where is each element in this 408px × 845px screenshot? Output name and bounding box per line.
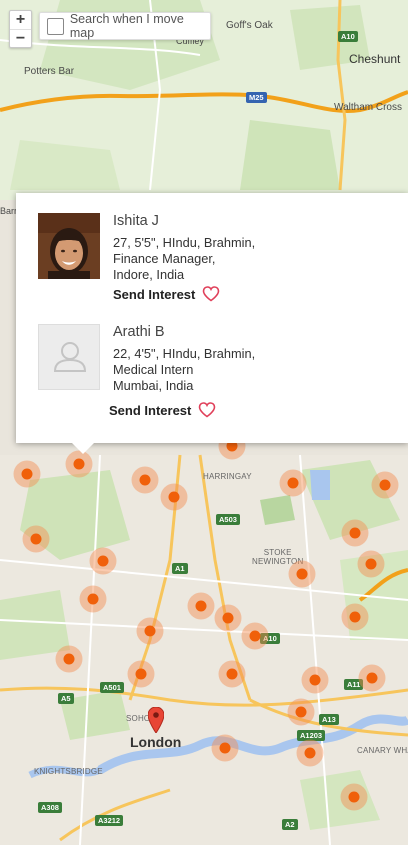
road-a501: A501 — [100, 682, 124, 693]
send-interest-label: Send Interest — [109, 402, 192, 418]
road-a3212: A3212 — [95, 815, 124, 826]
search-checkbox[interactable] — [47, 17, 64, 35]
label-knightsbridge: KNIGHTSBRIDGE — [34, 767, 103, 776]
search-when-move-toggle[interactable]: Search when I move map — [39, 12, 211, 40]
profile-details: 27, 5'5", HIndu, Brahmin, Finance Manage… — [113, 235, 256, 282]
road-a1: A1 — [172, 563, 188, 574]
label-harringay: HARRINGAY — [203, 472, 252, 481]
road-a2: A2 — [282, 819, 298, 830]
profile-details: 22, 4'5", HIndu, Brahmin, Medical Intern… — [113, 346, 256, 393]
profile-marker[interactable] — [136, 617, 164, 645]
profile-marker[interactable] — [160, 483, 188, 511]
profile-marker[interactable] — [214, 604, 242, 632]
profile-photo-placeholder[interactable] — [38, 324, 100, 390]
zoom-out-button[interactable]: − — [10, 30, 31, 48]
profile-marker[interactable] — [131, 466, 159, 494]
profile-marker[interactable] — [89, 547, 117, 575]
send-interest-label: Send Interest — [113, 286, 196, 302]
profile-marker[interactable] — [340, 783, 368, 811]
profile-photo[interactable] — [38, 213, 100, 279]
road-a10-top: A10 — [338, 31, 358, 42]
label-canary-wharf: CANARY WHA — [357, 746, 408, 755]
profile-marker[interactable] — [187, 592, 215, 620]
profile-marker[interactable] — [65, 450, 93, 478]
label-waltham-cross: Waltham Cross — [334, 102, 402, 113]
profile-marker[interactable] — [79, 585, 107, 613]
profile-marker[interactable] — [301, 666, 329, 694]
heart-icon — [199, 402, 216, 418]
profile-popup: Ishita J 27, 5'5", HIndu, Brahmin, Finan… — [16, 193, 408, 454]
profile-name[interactable]: Arathi B — [113, 324, 165, 340]
profile-marker[interactable] — [218, 660, 246, 688]
profile-marker[interactable] — [127, 660, 155, 688]
profile-marker[interactable] — [288, 560, 316, 588]
send-interest-button[interactable]: Send Interest — [113, 286, 220, 302]
profile-marker[interactable] — [341, 603, 369, 631]
label-potters-bar: Potters Bar — [24, 66, 75, 77]
profile-marker[interactable] — [341, 519, 369, 547]
profile-marker[interactable] — [357, 550, 385, 578]
zoom-in-button[interactable]: + — [10, 11, 31, 30]
location-pin-icon[interactable] — [148, 707, 164, 733]
label-cheshunt: Cheshunt — [349, 52, 401, 66]
send-interest-button[interactable]: Send Interest — [109, 402, 216, 418]
popup-pointer — [72, 443, 94, 454]
user-placeholder-icon — [53, 342, 87, 372]
label-soho: SOHO — [126, 714, 151, 723]
road-a13: A13 — [319, 714, 339, 725]
label-goffs-oak: Goff's Oak — [226, 20, 273, 31]
profile-marker[interactable] — [13, 460, 41, 488]
profile-marker[interactable] — [279, 469, 307, 497]
label-london: London — [130, 734, 182, 750]
profile-marker[interactable] — [211, 734, 239, 762]
profile-marker[interactable] — [287, 698, 315, 726]
road-a5: A5 — [58, 693, 74, 704]
profile-name[interactable]: Ishita J — [113, 213, 159, 229]
profile-marker[interactable] — [371, 471, 399, 499]
profile-marker[interactable] — [296, 739, 324, 767]
zoom-control: + − — [9, 10, 32, 48]
road-a308: A308 — [38, 802, 62, 813]
profile-marker[interactable] — [22, 525, 50, 553]
profile-marker[interactable] — [358, 664, 386, 692]
road-a503: A503 — [216, 514, 240, 525]
label-arr: Barr — [0, 206, 18, 216]
profile-marker[interactable] — [241, 622, 269, 650]
road-m25: M25 — [246, 92, 267, 103]
search-checkbox-label: Search when I move map — [69, 12, 184, 40]
heart-icon — [203, 286, 220, 302]
profile-marker[interactable] — [55, 645, 83, 673]
